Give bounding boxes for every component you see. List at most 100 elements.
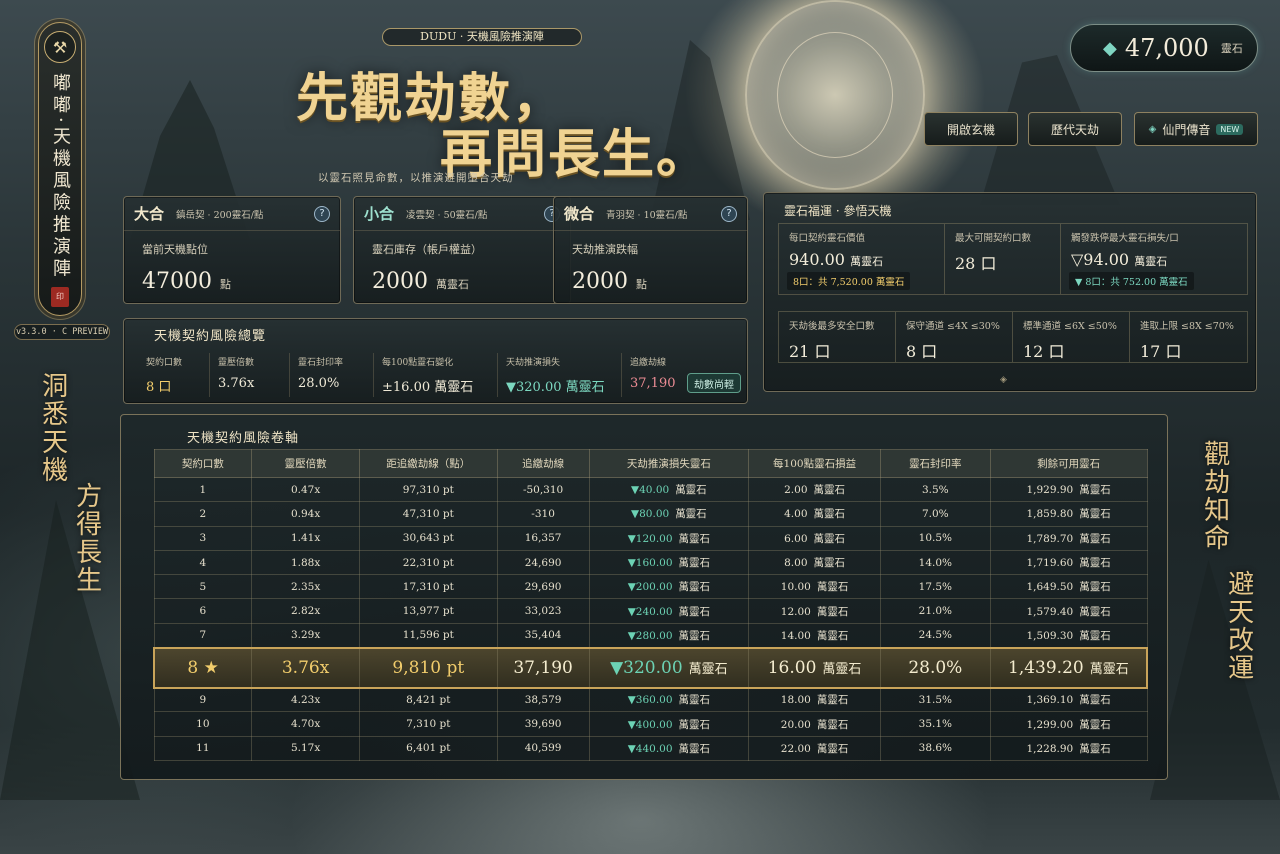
wallet-balance[interactable]: ◆ 47,000 靈石: [1070, 24, 1258, 72]
messages-button[interactable]: ◈ 仙門傳音 NEW: [1134, 112, 1258, 146]
risk-status-button[interactable]: 劫數尚輕: [687, 373, 741, 393]
table-header[interactable]: 靈石封印率: [879, 449, 991, 478]
table-cell: 1,859.80 萬靈石: [989, 501, 1148, 527]
side-banner: ⚒ 嘟嘟·天機風險推演陣 印: [38, 22, 82, 316]
poem-left-1: 洞悉天機: [37, 372, 68, 484]
overview-loss: 天劫推演損失 ▼320.00 萬靈石: [498, 353, 622, 397]
banner-title: 嘟嘟·天機風險推演陣: [50, 73, 71, 281]
table-row[interactable]: 6 2.82x 13,977 pt 33,023 ▼240.00 萬靈石 12.00 萬靈石 2…: [153, 598, 1148, 624]
table-cell: 30,643 pt: [358, 525, 498, 551]
version-tag: v3.3.0 · C PREVIEW: [14, 324, 110, 340]
fortune-key: 觸發跌停最大靈石損失/口: [1071, 233, 1179, 244]
fortune-note: 8口：共 7,520.00 萬靈石: [787, 272, 911, 290]
contract-card-large: 大合 鎮岳契 · 200靈石/點 ? 當前天機點位 47000 點: [123, 196, 341, 304]
table-header[interactable]: 靈壓倍數: [251, 449, 360, 478]
table-cell: 12.00 萬靈石: [748, 598, 881, 624]
fortune-key: 保守通道 ≤4X ≤30%: [906, 321, 1000, 332]
seal-stamp: 印: [51, 286, 69, 307]
table-cell: 37,190: [496, 646, 590, 689]
table-cell: ▼160.00 萬靈石: [588, 549, 750, 576]
table-cell: 16,357: [496, 525, 590, 551]
table-row[interactable]: 5 2.35x 17,310 pt 29,690 ▼200.00 萬靈石 10.00 萬靈石 1…: [153, 574, 1148, 600]
fortune-value: 940.00: [789, 250, 845, 269]
table-cell: 4.00 萬靈石: [748, 501, 881, 527]
table-cell: ▼40.00 萬靈石: [588, 476, 750, 503]
card-unit: 萬靈石: [436, 278, 469, 291]
table-header[interactable]: 天劫推演損失靈石: [588, 449, 750, 478]
fortune-key: 進取上限 ≤8X ≤70%: [1140, 321, 1234, 332]
table-cell: 14.0%: [879, 549, 991, 576]
table-cell: 4.70x: [251, 711, 360, 737]
table-cell: 3.5%: [879, 476, 991, 503]
wallet-unit: 靈石: [1220, 42, 1243, 55]
table-header[interactable]: 距追繳劫線（點）: [358, 449, 498, 478]
overview-value: 3.76x: [218, 376, 255, 391]
fortune-key: 天劫後最多安全口數: [789, 321, 875, 332]
help-icon[interactable]: ?: [721, 205, 737, 222]
table-row[interactable]: 2 0.94x 47,310 pt -310 ▼80.00 萬靈石 4.00 萬靈石 7.0% 1…: [153, 501, 1148, 527]
overview-value: 28.0%: [298, 376, 340, 391]
table-cell: 1,929.90 萬靈石: [989, 476, 1148, 503]
table-cell: ▼360.00 萬靈石: [588, 687, 750, 713]
overview-key: 契約口數: [146, 358, 183, 368]
max-contracts-cell: 最大可開契約口數 28 口: [945, 224, 1061, 294]
card-value: 2000 點: [554, 257, 747, 294]
table-cell: ▼280.00 萬靈石: [588, 622, 750, 649]
open-mystery-button[interactable]: 開啟玄機: [924, 112, 1018, 146]
diamond-icon: ◈: [1148, 123, 1157, 135]
table-row[interactable]: 9 4.23x 8,421 pt 38,579 ▼360.00 萬靈石 18.00 萬靈石 31…: [153, 687, 1148, 713]
table-cell: 1,369.10 萬靈石: [989, 687, 1148, 713]
risk-table: 契約口數 靈壓倍數 距追繳劫線（點） 追繳劫線 天劫推演損失靈石 每100點靈石損益 靈石封…: [153, 449, 1148, 761]
table-cell: 7: [153, 622, 253, 649]
table-header[interactable]: 剩餘可用靈石: [989, 449, 1148, 478]
table-cell: 28.0%: [879, 646, 991, 689]
hero-subtitle: 以靈石照見命數，以推演避開墮合天劫: [318, 172, 514, 184]
table-cell: 1.88x: [251, 549, 360, 576]
table-cell: 22.00 萬靈石: [748, 735, 881, 761]
card-subtitle: 鎮岳契 · 200靈石/點: [176, 209, 264, 221]
table-cell: 6,401 pt: [358, 735, 498, 761]
card-label: 天劫推演跌幅: [572, 243, 638, 256]
table-cell: 2.35x: [251, 574, 360, 600]
table-cell: 8,421 pt: [358, 687, 498, 713]
contract-card-micro: 微合 青羽契 · 10靈石/點 ? 天劫推演跌幅 2000 點: [553, 196, 748, 304]
contract-value-cell: 每口契約靈石價值 940.00 萬靈石 8口：共 7,520.00 萬靈石: [779, 224, 945, 294]
table-cell: 18.00 萬靈石: [748, 687, 881, 713]
card-value: 47000 點: [124, 257, 340, 294]
table-row[interactable]: 7 3.29x 11,596 pt 35,404 ▼280.00 萬靈石 14.00 萬靈石 2…: [153, 622, 1148, 649]
table-header[interactable]: 契約口數: [153, 449, 253, 478]
table-row[interactable]: 1 0.47x 97,310 pt -50,310 ▼40.00 萬靈石 2.00 萬靈石 3.…: [153, 476, 1148, 503]
table-cell: ▼400.00 萬靈石: [588, 711, 750, 737]
table-cell: -310: [496, 501, 590, 527]
table-cell: 0.94x: [251, 501, 360, 527]
table-header[interactable]: 每100點靈石損益: [748, 449, 881, 478]
poem-left-2: 方得長生: [71, 482, 102, 594]
table-cell: 97,310 pt: [358, 476, 498, 503]
table-cell: 1: [153, 476, 253, 503]
table-cell: 29,690: [496, 574, 590, 600]
card-number: 2000: [372, 269, 428, 294]
table-row[interactable]: 10 4.70x 7,310 pt 39,690 ▼400.00 萬靈石 20.00 萬靈石 3…: [153, 711, 1148, 737]
history-button[interactable]: 歷代天劫: [1028, 112, 1122, 146]
table-header[interactable]: 追繳劫線: [496, 449, 590, 478]
table-row[interactable]: 8 ★ 3.76x 9,810 pt 37,190 ▼320.00 萬靈石 16.00 萬靈石…: [153, 646, 1148, 689]
table-cell: 10: [153, 711, 253, 737]
table-cell: 38.6%: [879, 735, 991, 761]
fortune-title: 靈石福運 · 參悟天機: [784, 204, 892, 218]
poem-right-2: 避天改運: [1223, 570, 1254, 682]
table-cell: ▼200.00 萬靈石: [588, 574, 750, 600]
table-cell: 3.29x: [251, 622, 360, 649]
table-row[interactable]: 4 1.88x 22,310 pt 24,690 ▼160.00 萬靈石 8.00 萬靈石 14…: [153, 549, 1148, 576]
table-row[interactable]: 3 1.41x 30,643 pt 16,357 ▼120.00 萬靈石 6.00 萬靈石 10…: [153, 525, 1148, 551]
card-subtitle: 青羽契 · 10靈石/點: [606, 209, 688, 221]
table-cell: 35.1%: [879, 711, 991, 737]
card-unit: 點: [636, 278, 647, 291]
overview-per-100: 每100點靈石變化 ±16.00 萬靈石: [374, 353, 498, 397]
fortune-value: 8 口: [906, 342, 938, 361]
standard-cell: 標準通道 ≤6X ≤50% 12 口: [1013, 312, 1130, 362]
table-cell: 8.00 萬靈石: [748, 549, 881, 576]
contract-card-small: 小合 凌雲契 · 50靈石/點 ? 靈石庫存（帳戶權益） 2000 萬靈石: [353, 196, 571, 304]
table-row[interactable]: 11 5.17x 6,401 pt 40,599 ▼440.00 萬靈石 22.00 萬靈石 3…: [153, 735, 1148, 761]
overview-title: 天機契約風險總覽: [154, 329, 267, 344]
help-icon[interactable]: ?: [314, 205, 330, 222]
